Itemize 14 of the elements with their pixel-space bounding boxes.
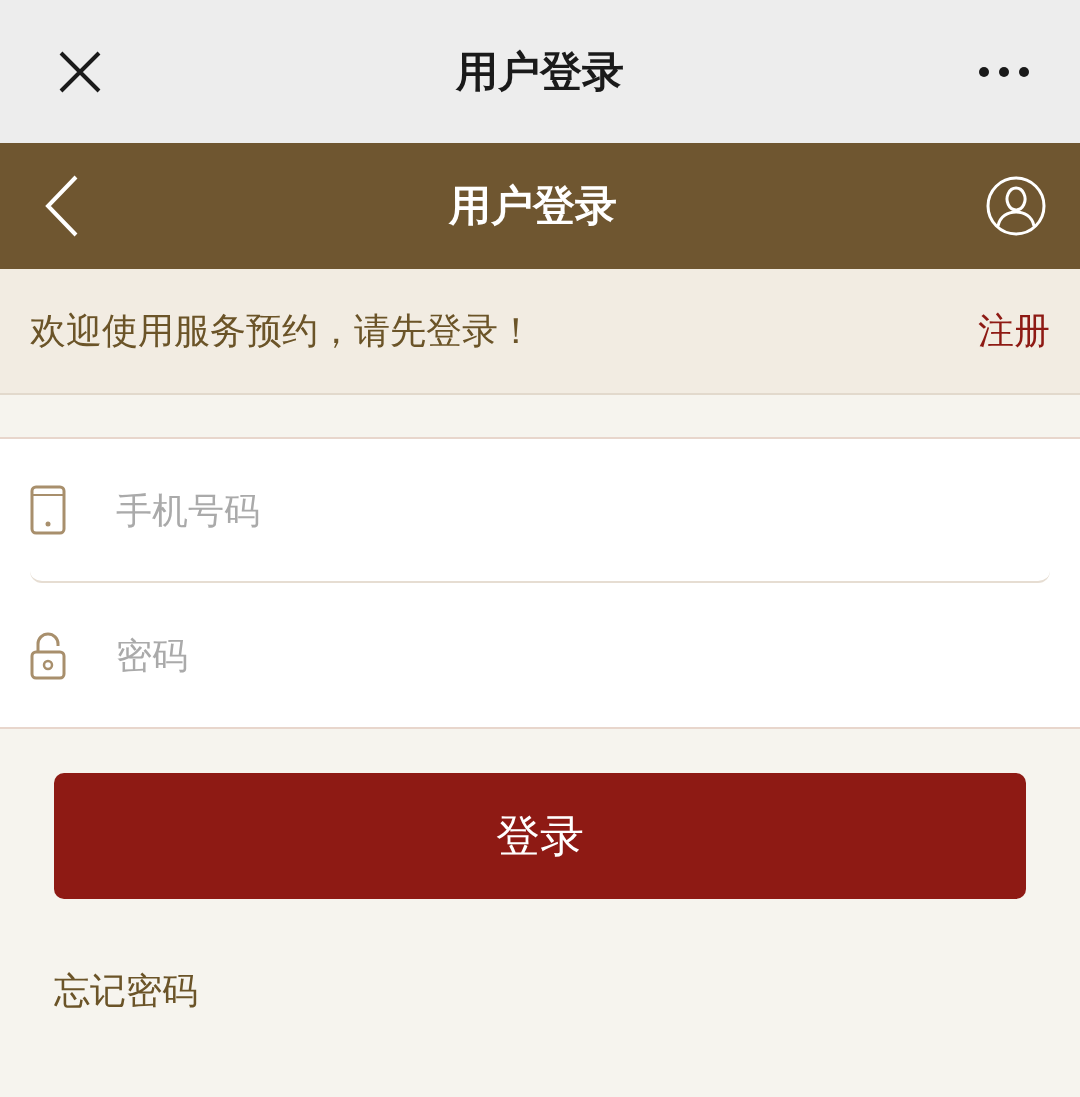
window-title: 用户登录 [456,45,624,98]
user-icon[interactable] [986,176,1046,236]
register-link[interactable]: 注册 [978,306,1050,356]
page-title: 用户登录 [449,180,617,232]
close-icon[interactable] [58,49,102,94]
more-icon[interactable] [978,65,1030,78]
phone-icon [30,485,66,535]
phone-field[interactable]: 手机号码 [116,489,1050,531]
forgot-password-link[interactable]: 忘记密码 [54,967,198,1016]
welcome-text: 欢迎使用服务预约，请先登录！ [30,308,534,353]
login-button[interactable]: 登录 [54,773,1026,899]
password-field[interactable]: 密码 [116,634,1050,676]
back-icon[interactable] [44,174,80,238]
lock-icon [30,630,66,680]
